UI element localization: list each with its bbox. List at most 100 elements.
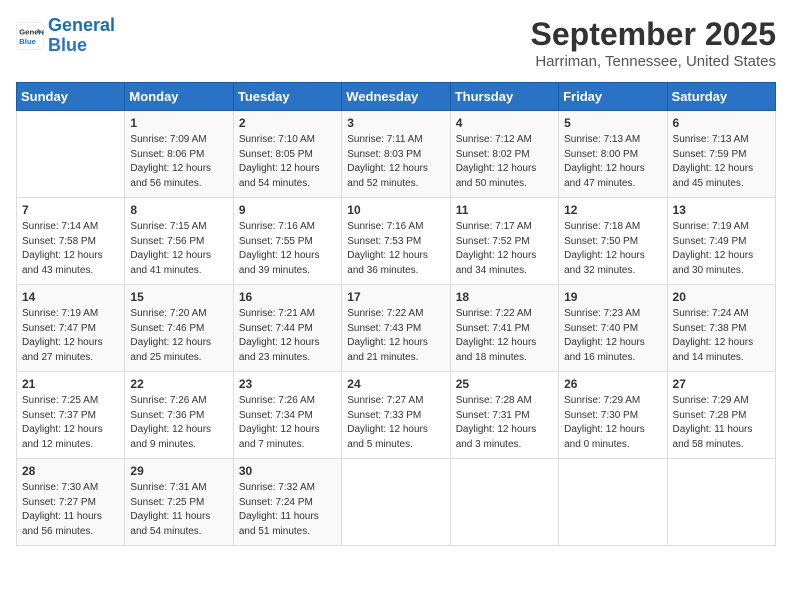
day-number: 23 [239, 377, 336, 391]
week-row-4: 28 Sunrise: 7:30 AM Sunset: 7:27 PM Dayli… [17, 459, 776, 546]
day-info: Sunrise: 7:12 AM Sunset: 8:02 PM Dayligh… [456, 133, 553, 191]
day-info: Sunrise: 7:17 AM Sunset: 7:52 PM Dayligh… [456, 220, 553, 278]
day-number: 3 [347, 116, 444, 130]
calendar-cell: 20 Sunrise: 7:24 AM Sunset: 7:38 PM Dayli… [667, 285, 775, 372]
day-info: Sunrise: 7:15 AM Sunset: 7:56 PM Dayligh… [130, 220, 227, 278]
calendar-cell [559, 459, 667, 546]
day-number: 10 [347, 203, 444, 217]
calendar-cell: 2 Sunrise: 7:10 AM Sunset: 8:05 PM Daylig… [233, 111, 341, 198]
calendar-cell: 4 Sunrise: 7:12 AM Sunset: 8:02 PM Daylig… [450, 111, 558, 198]
calendar-cell [17, 111, 125, 198]
calendar-cell: 6Sunrise: 7:13 AM Sunset: 7:59 PM Daylig… [667, 111, 775, 198]
week-row-0: 1Sunrise: 7:09 AM Sunset: 8:06 PM Daylig… [17, 111, 776, 198]
calendar-cell: 27 Sunrise: 7:29 AM Sunset: 7:28 PM Dayli… [667, 372, 775, 459]
calendar-cell: 15Sunrise: 7:20 AM Sunset: 7:46 PM Dayli… [125, 285, 233, 372]
day-number: 14 [22, 290, 119, 304]
day-info: Sunrise: 7:23 AM Sunset: 7:40 PM Dayligh… [564, 307, 661, 365]
calendar-cell: 26 Sunrise: 7:29 AM Sunset: 7:30 PM Dayli… [559, 372, 667, 459]
day-info: Sunrise: 7:28 AM Sunset: 7:31 PM Dayligh… [456, 394, 553, 452]
calendar-cell: 16 Sunrise: 7:21 AM Sunset: 7:44 PM Dayli… [233, 285, 341, 372]
calendar-cell: 5Sunrise: 7:13 AM Sunset: 8:00 PM Daylig… [559, 111, 667, 198]
header-cell-wednesday: Wednesday [342, 83, 450, 111]
calendar-cell: 9 Sunrise: 7:16 AM Sunset: 7:55 PM Daylig… [233, 198, 341, 285]
day-info: Sunrise: 7:22 AM Sunset: 7:41 PM Dayligh… [456, 307, 553, 365]
day-info: Sunrise: 7:30 AM Sunset: 7:27 PM Dayligh… [22, 481, 119, 539]
day-info: Sunrise: 7:14 AM Sunset: 7:58 PM Dayligh… [22, 220, 119, 278]
calendar-cell: 24Sunrise: 7:27 AM Sunset: 7:33 PM Dayli… [342, 372, 450, 459]
day-number: 9 [239, 203, 336, 217]
day-number: 12 [564, 203, 661, 217]
week-row-1: 7 Sunrise: 7:14 AM Sunset: 7:58 PM Daylig… [17, 198, 776, 285]
calendar-cell: 3 Sunrise: 7:11 AM Sunset: 8:03 PM Daylig… [342, 111, 450, 198]
header-cell-thursday: Thursday [450, 83, 558, 111]
day-info: Sunrise: 7:22 AM Sunset: 7:43 PM Dayligh… [347, 307, 444, 365]
day-info: Sunrise: 7:32 AM Sunset: 7:24 PM Dayligh… [239, 481, 336, 539]
day-number: 13 [673, 203, 770, 217]
day-number: 26 [564, 377, 661, 391]
calendar-cell [342, 459, 450, 546]
day-number: 5 [564, 116, 661, 130]
day-number: 28 [22, 464, 119, 478]
day-info: Sunrise: 7:31 AM Sunset: 7:25 PM Dayligh… [130, 481, 227, 539]
header-row: SundayMondayTuesdayWednesdayThursdayFrid… [17, 83, 776, 111]
calendar-cell: 12Sunrise: 7:18 AM Sunset: 7:50 PM Dayli… [559, 198, 667, 285]
logo: General Blue General Blue [16, 16, 115, 56]
calendar-cell: 23 Sunrise: 7:26 AM Sunset: 7:34 PM Dayli… [233, 372, 341, 459]
day-info: Sunrise: 7:26 AM Sunset: 7:36 PM Dayligh… [130, 394, 227, 452]
calendar-cell: 14 Sunrise: 7:19 AM Sunset: 7:47 PM Dayli… [17, 285, 125, 372]
day-number: 19 [564, 290, 661, 304]
day-number: 7 [22, 203, 119, 217]
calendar-cell: 13Sunrise: 7:19 AM Sunset: 7:49 PM Dayli… [667, 198, 775, 285]
day-number: 15 [130, 290, 227, 304]
week-row-3: 21 Sunrise: 7:25 AM Sunset: 7:37 PM Dayli… [17, 372, 776, 459]
day-info: Sunrise: 7:29 AM Sunset: 7:30 PM Dayligh… [564, 394, 661, 452]
day-number: 25 [456, 377, 553, 391]
day-info: Sunrise: 7:27 AM Sunset: 7:33 PM Dayligh… [347, 394, 444, 452]
calendar-cell: 1Sunrise: 7:09 AM Sunset: 8:06 PM Daylig… [125, 111, 233, 198]
day-number: 21 [22, 377, 119, 391]
calendar-table: SundayMondayTuesdayWednesdayThursdayFrid… [16, 82, 776, 546]
day-info: Sunrise: 7:29 AM Sunset: 7:28 PM Dayligh… [673, 394, 770, 452]
svg-text:Blue: Blue [19, 37, 37, 46]
calendar-cell: 18 Sunrise: 7:22 AM Sunset: 7:41 PM Dayli… [450, 285, 558, 372]
logo-text-line2: Blue [48, 36, 115, 56]
day-info: Sunrise: 7:10 AM Sunset: 8:05 PM Dayligh… [239, 133, 336, 191]
day-info: Sunrise: 7:21 AM Sunset: 7:44 PM Dayligh… [239, 307, 336, 365]
calendar-cell: 17 Sunrise: 7:22 AM Sunset: 7:43 PM Dayli… [342, 285, 450, 372]
month-title: September 2025 [531, 16, 776, 53]
logo-icon: General Blue [16, 22, 44, 50]
day-number: 4 [456, 116, 553, 130]
day-info: Sunrise: 7:16 AM Sunset: 7:55 PM Dayligh… [239, 220, 336, 278]
header-cell-tuesday: Tuesday [233, 83, 341, 111]
header-cell-friday: Friday [559, 83, 667, 111]
calendar-cell: 11 Sunrise: 7:17 AM Sunset: 7:52 PM Dayli… [450, 198, 558, 285]
day-info: Sunrise: 7:11 AM Sunset: 8:03 PM Dayligh… [347, 133, 444, 191]
day-info: Sunrise: 7:19 AM Sunset: 7:47 PM Dayligh… [22, 307, 119, 365]
day-number: 11 [456, 203, 553, 217]
day-number: 29 [130, 464, 227, 478]
header-cell-monday: Monday [125, 83, 233, 111]
calendar-body: 1Sunrise: 7:09 AM Sunset: 8:06 PM Daylig… [17, 111, 776, 546]
day-number: 30 [239, 464, 336, 478]
calendar-header: SundayMondayTuesdayWednesdayThursdayFrid… [17, 83, 776, 111]
day-number: 18 [456, 290, 553, 304]
day-info: Sunrise: 7:24 AM Sunset: 7:38 PM Dayligh… [673, 307, 770, 365]
day-number: 16 [239, 290, 336, 304]
day-info: Sunrise: 7:16 AM Sunset: 7:53 PM Dayligh… [347, 220, 444, 278]
calendar-cell: 19 Sunrise: 7:23 AM Sunset: 7:40 PM Dayli… [559, 285, 667, 372]
calendar-cell: 10 Sunrise: 7:16 AM Sunset: 7:53 PM Dayli… [342, 198, 450, 285]
calendar-cell: 8Sunrise: 7:15 AM Sunset: 7:56 PM Daylig… [125, 198, 233, 285]
day-info: Sunrise: 7:09 AM Sunset: 8:06 PM Dayligh… [130, 133, 227, 191]
day-number: 17 [347, 290, 444, 304]
header-cell-sunday: Sunday [17, 83, 125, 111]
day-number: 2 [239, 116, 336, 130]
calendar-cell: 28 Sunrise: 7:30 AM Sunset: 7:27 PM Dayli… [17, 459, 125, 546]
day-number: 20 [673, 290, 770, 304]
title-block: September 2025 Harriman, Tennessee, Unit… [531, 16, 776, 70]
calendar-cell: 29 Sunrise: 7:31 AM Sunset: 7:25 PM Dayli… [125, 459, 233, 546]
day-info: Sunrise: 7:13 AM Sunset: 7:59 PM Dayligh… [673, 133, 770, 191]
day-number: 27 [673, 377, 770, 391]
calendar-cell: 21 Sunrise: 7:25 AM Sunset: 7:37 PM Dayli… [17, 372, 125, 459]
day-info: Sunrise: 7:26 AM Sunset: 7:34 PM Dayligh… [239, 394, 336, 452]
day-info: Sunrise: 7:25 AM Sunset: 7:37 PM Dayligh… [22, 394, 119, 452]
